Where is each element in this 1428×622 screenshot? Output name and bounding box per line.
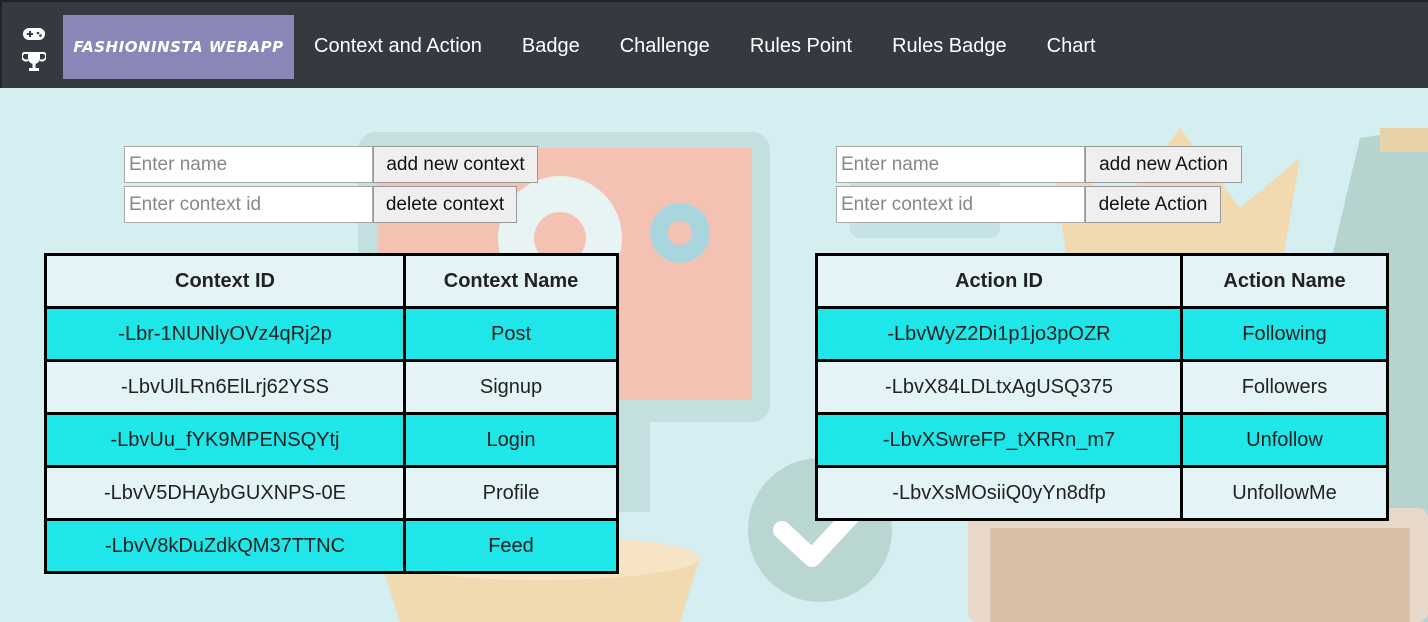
add-context-form: add new context [124,146,538,183]
column-header-action-name: Action Name [1180,253,1389,309]
nav-links: Context and Action Badge Challenge Rules… [314,2,1136,90]
brand-logo[interactable]: FASHIONINSTA WEBAPP [63,15,294,79]
table-row[interactable]: -LbvXsMOsiiQ0yYn8dfp UnfollowMe [815,465,1389,521]
table-row[interactable]: -LbvWyZ2Di1p1jo3pOZR Following [815,306,1389,362]
add-context-button[interactable]: add new context [373,146,538,183]
context-id-cell: -LbvUu_fYK9MPENSQYtj [44,412,406,468]
nav-icons [22,24,46,72]
context-name-input[interactable] [124,146,373,183]
context-name-cell: Feed [403,518,619,574]
nav-link-chart[interactable]: Chart [1047,35,1096,58]
table-row[interactable]: -Lbr-1NUNlyOVz4qRj2p Post [44,306,619,362]
action-name-cell: Following [1180,306,1389,362]
column-header-context-id: Context ID [44,253,406,309]
table-row[interactable]: -LbvX84LDLtxAgUSQ375 Followers [815,359,1389,415]
nav-link-challenge[interactable]: Challenge [620,35,710,58]
delete-context-form: delete context [124,186,517,223]
delete-action-button[interactable]: delete Action [1085,186,1221,223]
column-header-action-id: Action ID [815,253,1183,309]
action-name-input[interactable] [836,146,1085,183]
action-name-cell: Unfollow [1180,412,1389,468]
context-name-cell: Signup [403,359,619,415]
table-row[interactable]: -LbvV8kDuZdkQM37TTNC Feed [44,518,619,574]
context-name-cell: Profile [403,465,619,521]
column-header-context-name: Context Name [403,253,619,309]
context-id-cell: -LbvV8kDuZdkQM37TTNC [44,518,406,574]
action-id-cell: -LbvXSwreFP_tXRRn_m7 [815,412,1183,468]
trophy-icon [22,52,46,71]
table-row[interactable]: -LbvUlLRn6ElLrj62YSS Signup [44,359,619,415]
context-id-cell: -LbvUlLRn6ElLrj62YSS [44,359,406,415]
nav-link-rules-badge[interactable]: Rules Badge [892,35,1007,58]
context-name-cell: Login [403,412,619,468]
action-table: Action ID Action Name -LbvWyZ2Di1p1jo3pO… [815,253,1389,521]
context-id-cell: -LbvV5DHAybGUXNPS-0E [44,465,406,521]
action-name-cell: Followers [1180,359,1389,415]
table-header-row: Action ID Action Name [815,253,1389,309]
nav-link-badge[interactable]: Badge [522,35,580,58]
context-name-cell: Post [403,306,619,362]
table-row[interactable]: -LbvV5DHAybGUXNPS-0E Profile [44,465,619,521]
add-action-form: add new Action [836,146,1242,183]
delete-action-form: delete Action [836,186,1221,223]
context-id-cell: -Lbr-1NUNlyOVz4qRj2p [44,306,406,362]
gamepad-icon [23,28,45,40]
nav-link-rules-point[interactable]: Rules Point [750,35,852,58]
context-id-input[interactable] [124,186,373,223]
action-id-input[interactable] [836,186,1085,223]
action-id-cell: -LbvWyZ2Di1p1jo3pOZR [815,306,1183,362]
action-id-cell: -LbvX84LDLtxAgUSQ375 [815,359,1183,415]
table-row[interactable]: -LbvUu_fYK9MPENSQYtj Login [44,412,619,468]
table-row[interactable]: -LbvXSwreFP_tXRRn_m7 Unfollow [815,412,1389,468]
delete-context-button[interactable]: delete context [373,186,517,223]
add-action-button[interactable]: add new Action [1085,146,1242,183]
nav-link-context-and-action[interactable]: Context and Action [314,35,482,58]
table-header-row: Context ID Context Name [44,253,619,309]
context-table: Context ID Context Name -Lbr-1NUNlyOVz4q… [44,253,619,574]
action-id-cell: -LbvXsMOsiiQ0yYn8dfp [815,465,1183,521]
action-name-cell: UnfollowMe [1180,465,1389,521]
top-navbar: FASHIONINSTA WEBAPP Context and Action B… [0,0,1428,88]
